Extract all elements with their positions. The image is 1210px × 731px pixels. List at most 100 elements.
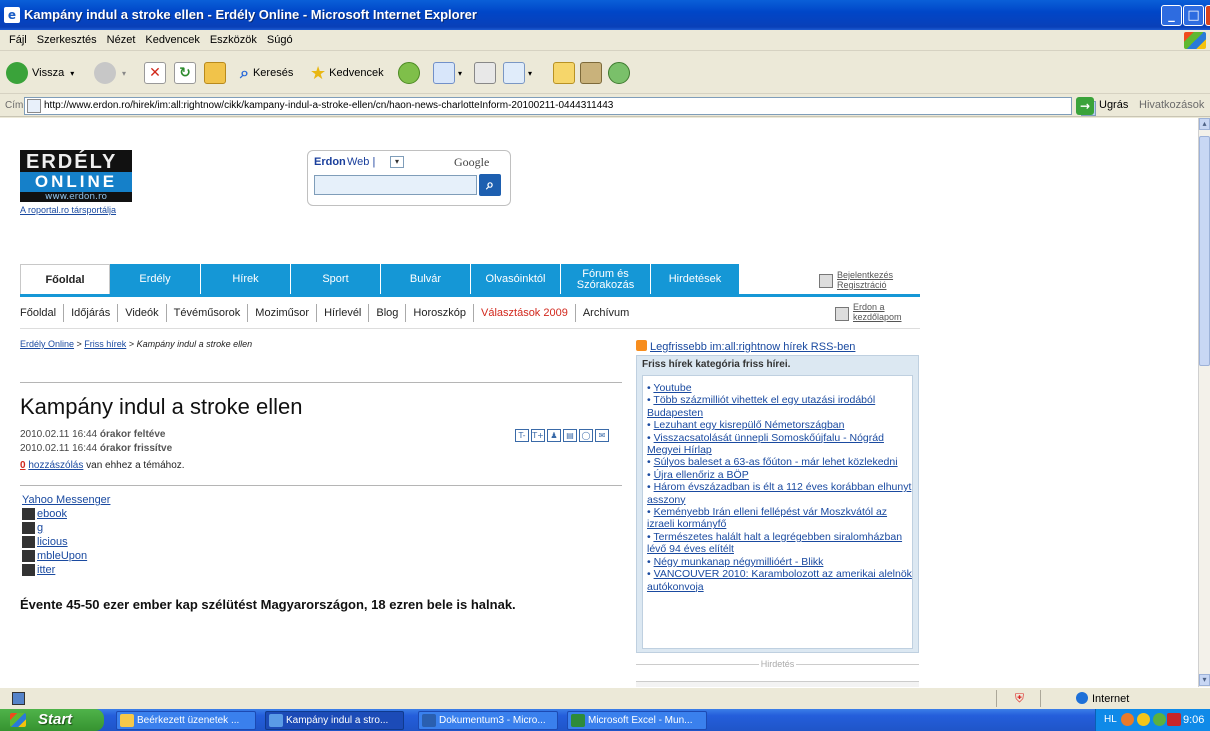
news-link[interactable]: VANCOUVER 2010: Karambolozott az amerika… <box>647 568 912 592</box>
share-delicious[interactable]: licious <box>22 535 110 549</box>
subnav-idojaras[interactable]: Időjárás <box>63 304 117 322</box>
tab-sport[interactable]: Sport <box>291 264 380 295</box>
task-ie[interactable]: Kampány indul a stro... <box>265 711 404 730</box>
forward-button[interactable]: ▾ <box>94 60 126 86</box>
edit-dropdown-icon[interactable]: ▾ <box>528 69 532 78</box>
task-word[interactable]: Dokumentum3 - Micro... <box>418 711 558 730</box>
popup-blocker-icon[interactable]: ⛨ <box>1015 691 1024 706</box>
tab-forum[interactable]: Fórum és Szórakozás <box>561 264 650 295</box>
print-button[interactable] <box>474 60 496 86</box>
task-excel[interactable]: Microsoft Excel - Mun... <box>567 711 707 730</box>
subnav-videok[interactable]: Videók <box>117 304 165 322</box>
tray-icon-3[interactable] <box>1153 713 1166 726</box>
stop-button[interactable]: ✕ <box>144 60 166 86</box>
share-stumbleupon[interactable]: mbleUpon <box>22 549 110 563</box>
subnav-valasztasok[interactable]: Választások 2009 <box>473 304 575 322</box>
research-button[interactable] <box>580 60 602 86</box>
tray-icon-1[interactable] <box>1121 713 1134 726</box>
maximize-button[interactable]: □ <box>1183 5 1204 26</box>
history-button[interactable] <box>398 60 420 86</box>
news-link[interactable]: Négy munkanap négymillióért - Blikk <box>654 556 824 568</box>
search-submit-button[interactable]: ⌕ <box>479 174 501 196</box>
news-link[interactable]: Súlyos baleset a 63-as főúton - már lehe… <box>654 456 898 468</box>
task-outlook[interactable]: Beérkezett üzenetek ... <box>116 711 256 730</box>
vertical-scrollbar[interactable]: ▴ ▾ <box>1198 118 1210 687</box>
subnav-horoszkop[interactable]: Horoszkóp <box>405 304 473 322</box>
menu-help[interactable]: Súgó <box>262 30 298 51</box>
news-link[interactable]: Visszacsatolását ünnepli Somoskőújfalu -… <box>647 432 884 456</box>
close-button[interactable]: X <box>1205 5 1210 26</box>
breadcrumb-home[interactable]: Erdély Online <box>20 339 74 349</box>
minimize-button[interactable]: _ <box>1161 5 1182 26</box>
rss-link[interactable]: Legfrissebb im:all:rightnow hírek RSS-be… <box>636 340 855 353</box>
breadcrumb-section[interactable]: Friss hírek <box>84 339 126 349</box>
scrollbar-thumb[interactable] <box>1199 136 1210 366</box>
home-button[interactable] <box>204 60 226 86</box>
roportal-link[interactable]: A roportal.ro társportálja <box>20 205 116 215</box>
tab-hirek[interactable]: Hírek <box>201 264 290 295</box>
news-link[interactable]: Több százmilliót vihettek el egy utazási… <box>647 394 875 418</box>
messenger-button[interactable] <box>608 60 630 86</box>
news-link[interactable]: Youtube <box>653 382 691 394</box>
comment-count-number[interactable]: 0 <box>20 460 26 471</box>
news-link[interactable]: Lezuhant egy kisrepülő Németországban <box>654 419 845 431</box>
news-link[interactable]: Természetes halált halt a legrégebben si… <box>647 531 902 555</box>
subnav-mozimusor[interactable]: Moziműsor <box>247 304 316 322</box>
email-icon[interactable]: ✉ <box>595 429 609 442</box>
mail-dropdown-icon[interactable]: ▾ <box>458 69 462 78</box>
login-link[interactable]: Bejelentkezés <box>837 270 893 280</box>
comment-link[interactable]: hozzászólás <box>28 460 83 471</box>
back-dropdown-icon[interactable]: ▾ <box>70 69 74 78</box>
menu-edit[interactable]: Szerkesztés <box>32 30 102 51</box>
go-arrow-icon[interactable]: → <box>1076 97 1094 115</box>
subnav-blog[interactable]: Blog <box>368 304 405 322</box>
menu-tools[interactable]: Eszközök <box>205 30 262 51</box>
go-button[interactable]: Ugrás <box>1099 99 1128 111</box>
search-input[interactable] <box>314 175 477 195</box>
share-facebook[interactable]: ebook <box>22 507 110 521</box>
print-article-icon[interactable]: ▤ <box>563 429 577 442</box>
search-button[interactable]: ⌕ Keresés <box>240 60 293 86</box>
comment-icon[interactable]: ◯ <box>579 429 593 442</box>
links-toolbar[interactable]: Hivatkozások <box>1139 99 1204 111</box>
url-field[interactable]: http://www.erdon.ro/hirek/im:all:rightno… <box>24 97 1096 116</box>
tab-fooldal[interactable]: Főoldal <box>20 264 110 295</box>
search-scope-dropdown-icon[interactable]: ▾ <box>390 156 404 168</box>
menu-view[interactable]: Nézet <box>102 30 141 51</box>
tab-hirdetesek[interactable]: Hirdetések <box>651 264 739 295</box>
person-icon[interactable]: ♟ <box>547 429 561 442</box>
subnav-archivum[interactable]: Archívum <box>574 304 636 322</box>
back-button[interactable]: Vissza ▾ <box>6 60 74 86</box>
share-digg[interactable]: g <box>22 521 110 535</box>
favorites-button[interactable]: ★ Kedvencek <box>310 60 384 86</box>
refresh-button[interactable]: ↻ <box>174 60 196 86</box>
scroll-up-icon[interactable]: ▴ <box>1199 118 1210 130</box>
tab-olvasoinktol[interactable]: Olvasóinktól <box>471 264 560 295</box>
language-indicator[interactable]: HL <box>1104 714 1117 725</box>
mail-button[interactable]: ▾ <box>433 60 462 86</box>
subnav-fooldal[interactable]: Főoldal <box>20 304 63 322</box>
start-button[interactable]: Start <box>0 709 104 731</box>
news-link[interactable]: Három évszázadban is élt a 112 éves korá… <box>647 481 911 505</box>
font-smaller-icon[interactable]: T- <box>515 429 529 442</box>
subnav-hirlevel[interactable]: Hírlevél <box>316 304 368 322</box>
homepage-link-line1[interactable]: Erdon a <box>853 302 902 312</box>
tab-erdely[interactable]: Erdély <box>110 264 200 295</box>
menu-favorites[interactable]: Kedvencek <box>140 30 204 51</box>
news-link[interactable]: Keményebb Irán elleni fellépést vár Mosz… <box>647 506 887 530</box>
scroll-down-icon[interactable]: ▾ <box>1199 674 1210 686</box>
search-scope[interactable]: Web | <box>347 156 375 168</box>
edit-button[interactable]: ▾ <box>503 60 532 86</box>
tab-bulvar[interactable]: Bulvár <box>381 264 470 295</box>
forward-dropdown-icon[interactable]: ▾ <box>122 69 126 78</box>
menu-file[interactable]: Fájl <box>4 30 32 51</box>
share-twitter[interactable]: itter <box>22 563 110 577</box>
ati-icon[interactable] <box>1167 713 1181 726</box>
register-link[interactable]: Regisztráció <box>837 280 893 290</box>
homepage-link-line2[interactable]: kezdőlapom <box>853 312 902 322</box>
share-yahoo[interactable]: Yahoo Messenger <box>22 493 110 507</box>
shield-icon[interactable] <box>1137 713 1150 726</box>
subnav-tevemusorok[interactable]: Tévéműsorok <box>165 304 248 322</box>
font-larger-icon[interactable]: T+ <box>531 429 545 442</box>
search-brand[interactable]: Erdon <box>314 156 346 168</box>
